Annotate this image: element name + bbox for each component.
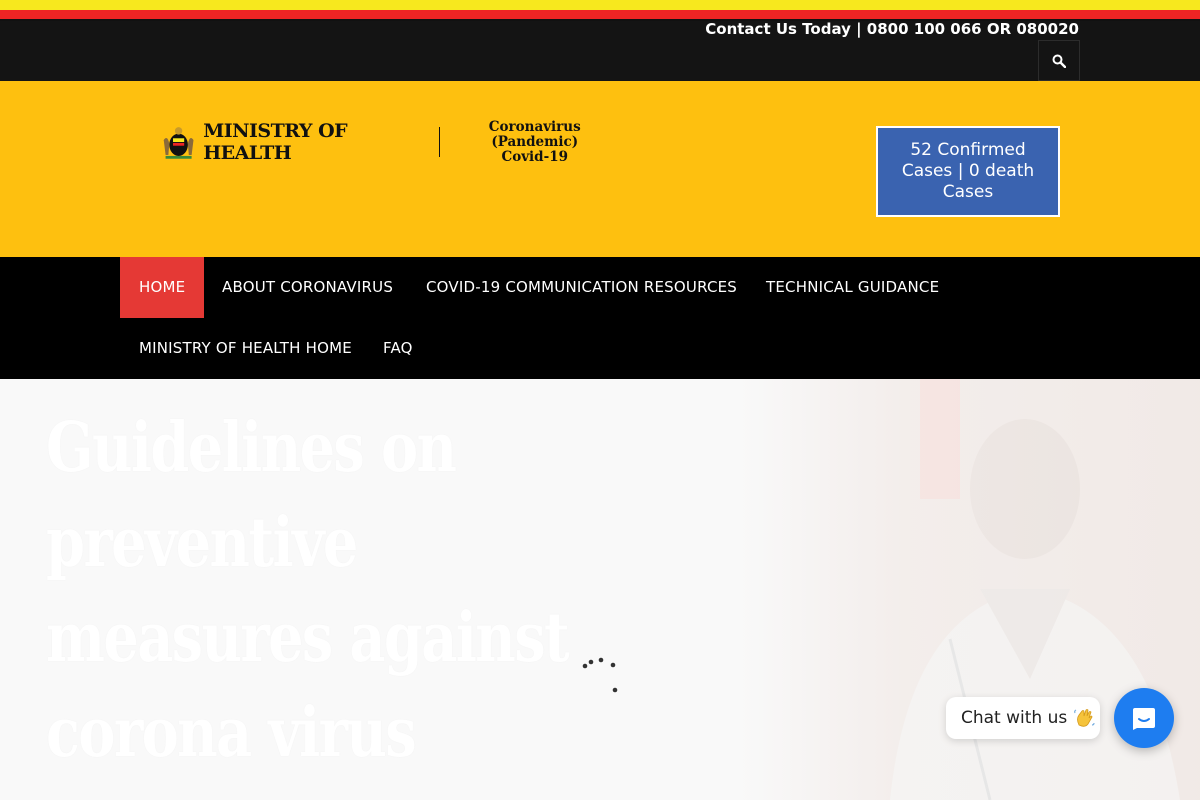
campaign-line-2: Covid-19 xyxy=(501,148,569,165)
main-nav: HOME ABOUT CORONAVIRUS COVID-19 COMMUNIC… xyxy=(0,257,1200,379)
flag-stripe-red xyxy=(0,10,1200,19)
chat-icon xyxy=(1133,708,1155,730)
flag-stripe-yellow xyxy=(0,0,1200,10)
nav-item-technical-guidance[interactable]: TECHNICAL GUIDANCE xyxy=(747,257,958,318)
nav-item-faq[interactable]: FAQ xyxy=(364,318,432,379)
ministry-name: MINISTRY OF HEALTH xyxy=(203,120,348,164)
flag-stripes xyxy=(0,0,1200,21)
coat-of-arms-icon xyxy=(163,127,194,159)
logo-divider xyxy=(438,127,441,157)
search-icon xyxy=(1052,54,1066,68)
site-logo[interactable]: MINISTRY OF HEALTH Coronavirus (Pandemic… xyxy=(160,118,620,165)
nav-item-ministry-home[interactable]: MINISTRY OF HEALTH HOME xyxy=(120,318,371,379)
site-header: MINISTRY OF HEALTH Coronavirus (Pandemic… xyxy=(0,81,1200,257)
contact-info: Contact Us Today | 0800 100 066 OR 08002… xyxy=(705,20,1079,38)
cases-counter: 52 Confirmed Cases | 0 death Cases xyxy=(876,126,1060,217)
waving-hand-icon xyxy=(1074,709,1095,727)
nav-item-about-coronavirus[interactable]: ABOUT CORONAVIRUS xyxy=(203,257,412,318)
chat-prompt[interactable]: Chat with us xyxy=(946,697,1100,739)
top-bar: Contact Us Today | 0800 100 066 OR 08002… xyxy=(0,21,1200,81)
nav-item-communication-resources[interactable]: COVID-19 COMMUNICATION RESOURCES xyxy=(407,257,756,318)
chat-button[interactable] xyxy=(1114,688,1174,748)
nav-item-home[interactable]: HOME xyxy=(120,257,205,318)
chat-label: Chat with us xyxy=(961,708,1068,728)
campaign-line-1: Coronavirus (Pandemic) xyxy=(488,118,581,150)
campaign-title: Coronavirus (Pandemic) Covid-19 xyxy=(449,118,620,165)
hero-title: Guidelines on preventive measures agains… xyxy=(46,408,570,773)
search-button[interactable] xyxy=(1038,40,1080,81)
loading-spinner xyxy=(582,657,618,693)
